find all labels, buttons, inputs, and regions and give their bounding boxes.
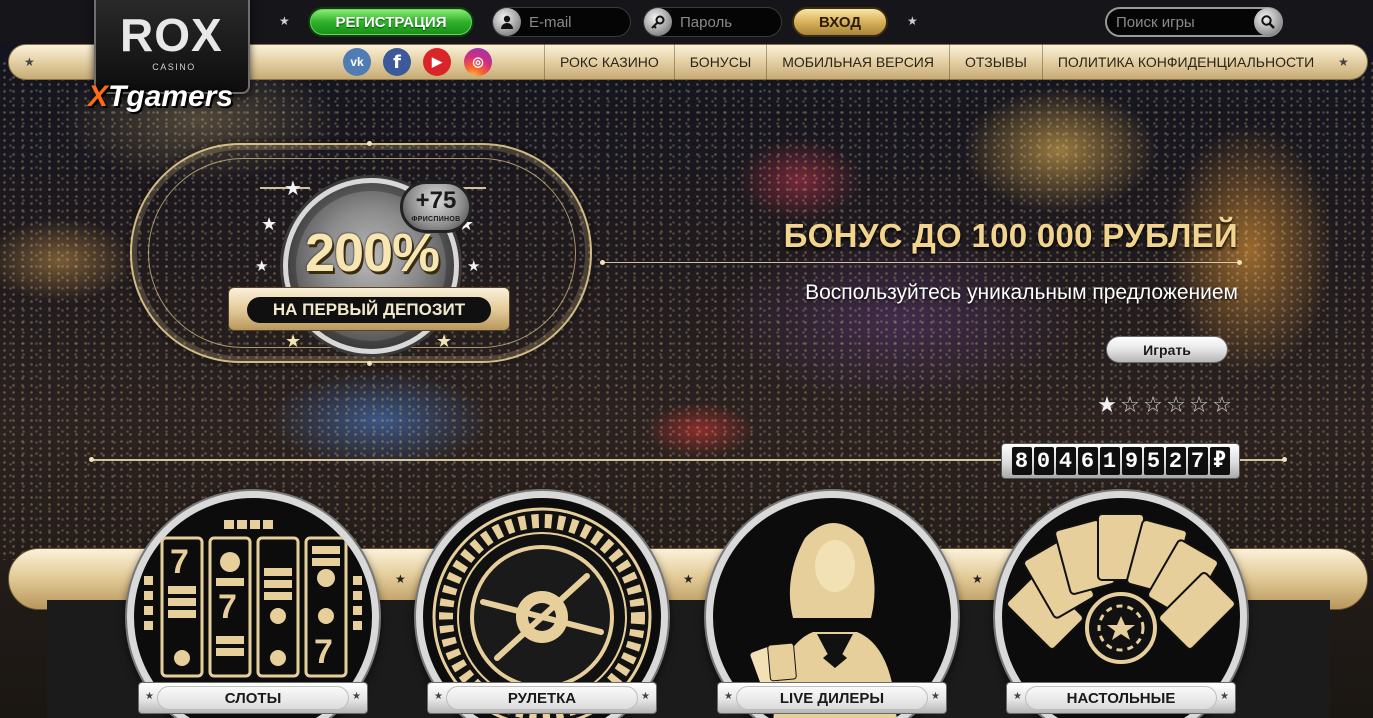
divider-star-icon: ★ — [1338, 55, 1349, 69]
password-field[interactable] — [643, 7, 782, 37]
star-empty-icon[interactable]: ☆ — [1211, 393, 1233, 419]
star-empty-icon[interactable]: ☆ — [1142, 393, 1164, 419]
jackpot-digit: 4 — [1055, 447, 1076, 475]
nav-privacy[interactable]: ПОЛИТИКА КОНФИДЕНЦИАЛЬНОСТИ — [1041, 44, 1329, 80]
key-icon — [644, 8, 672, 36]
line-end-dot — [367, 141, 372, 146]
logo-subtitle: CASINO — [152, 62, 196, 72]
register-button[interactable]: РЕГИСТРАЦИЯ — [308, 7, 474, 37]
bonus-title: БОНУС ДО 100 000 РУБЛЕЙ — [783, 217, 1238, 254]
main-nav: РОКС КАЗИНО БОНУСЫ МОБИЛЬНАЯ ВЕРСИЯ ОТЗЫ… — [544, 44, 1329, 80]
jackpot-digit: 0 — [1033, 447, 1054, 475]
game-search[interactable] — [1105, 7, 1283, 37]
youtube-icon[interactable]: ▶ — [423, 48, 451, 76]
deposit-banner: НА ПЕРВЫЙ ДЕПОЗИТ — [228, 287, 510, 331]
svg-text:7: 7 — [314, 633, 333, 671]
password-input[interactable] — [680, 13, 780, 31]
category-table-games-label[interactable]: ★ НАСТОЛЬНЫЕ ★ — [1006, 682, 1236, 714]
star-icon: ★ — [931, 691, 940, 702]
jackpot-digit: 1 — [1099, 447, 1120, 475]
bonus-subtitle: Воспользуйтесь уникальным предложением — [805, 281, 1238, 304]
star-icon: ★ — [285, 331, 302, 352]
jackpot-line — [1240, 459, 1286, 461]
jackpot-digit: 8 — [1011, 447, 1032, 475]
category-live-dealers-label[interactable]: ★ LIVE ДИЛЕРЫ ★ — [717, 682, 947, 714]
search-icon[interactable] — [1254, 8, 1282, 36]
nav-rox-casino[interactable]: РОКС КАЗИНО — [544, 44, 674, 80]
partner-logo-x: X — [88, 80, 109, 113]
line-end-dot — [367, 361, 372, 366]
jackpot-currency: ₽ — [1209, 447, 1230, 475]
star-icon: ★ — [434, 691, 443, 702]
divider-star-icon: ★ — [972, 572, 983, 586]
category-label-text: НАСТОЛЬНЫЕ — [1025, 686, 1217, 710]
vk-icon[interactable]: vk — [343, 48, 371, 76]
jackpot-digit: 2 — [1165, 447, 1186, 475]
star-icon: ★ — [467, 257, 481, 275]
category-slots-label[interactable]: ★ СЛОТЫ ★ — [138, 682, 368, 714]
category-roulette-label[interactable]: ★ РУЛЕТКА ★ — [427, 682, 657, 714]
jackpot-counter: 8 0 4 6 1 9 5 2 7 ₽ — [1001, 443, 1240, 479]
login-button[interactable]: ВХОД — [792, 7, 888, 37]
star-icon: ★ — [1220, 691, 1229, 702]
instagram-icon[interactable]: ◎ — [464, 48, 492, 76]
star-icon: ★ — [436, 331, 453, 352]
user-icon — [493, 8, 521, 36]
logo-text: ROX — [120, 9, 223, 61]
jackpot-digit: 5 — [1143, 447, 1164, 475]
line-end-dot — [89, 457, 94, 462]
star-icon: ★ — [1013, 691, 1022, 702]
jackpot-line — [91, 459, 1001, 461]
divider-star-icon: ★ — [279, 14, 290, 28]
free-spins-label: ФРИСПИНОВ — [411, 216, 461, 223]
star-icon: ★ — [145, 691, 154, 702]
title-underline — [600, 262, 1240, 263]
deposit-label: НА ПЕРВЫЙ ДЕПОЗИТ — [247, 297, 491, 323]
search-input[interactable] — [1116, 13, 1246, 31]
svg-text:7: 7 — [170, 543, 189, 581]
star-icon: ★ — [261, 214, 278, 235]
email-input[interactable] — [529, 13, 629, 31]
line-end-dot — [1282, 457, 1287, 462]
star-empty-icon[interactable]: ☆ — [1119, 393, 1141, 419]
star-filled-icon[interactable]: ★ — [1096, 393, 1118, 419]
line-end-dot — [1237, 260, 1242, 265]
facebook-icon[interactable]: f — [383, 48, 411, 76]
category-label-text: LIVE ДИЛЕРЫ — [736, 686, 928, 710]
jackpot-digit: 6 — [1077, 447, 1098, 475]
star-icon: ★ — [724, 691, 733, 702]
star-icon: ★ — [284, 176, 302, 200]
star-icon: ★ — [255, 257, 269, 275]
star-empty-icon[interactable]: ☆ — [1188, 393, 1210, 419]
svg-text:7: 7 — [218, 588, 237, 626]
category-label-text: РУЛЕТКА — [446, 686, 638, 710]
slider-rating[interactable]: ★ ☆ ☆ ☆ ☆ ☆ — [1096, 393, 1233, 419]
line-end-dot — [600, 260, 605, 265]
nav-mobile[interactable]: МОБИЛЬНАЯ ВЕРСИЯ — [766, 44, 949, 80]
jackpot-digit: 7 — [1187, 447, 1208, 475]
star-icon: ★ — [352, 691, 361, 702]
star-icon: ★ — [641, 691, 650, 702]
free-spins-badge: +75 ФРИСПИНОВ — [400, 181, 472, 233]
divider-star-icon: ★ — [907, 14, 918, 28]
free-spins-value: +75 — [415, 187, 457, 214]
nav-bonuses[interactable]: БОНУСЫ — [673, 44, 766, 80]
nav-reviews[interactable]: ОТЗЫВЫ — [948, 44, 1042, 80]
partner-logo-rest: Tgamers — [108, 80, 234, 113]
divider-star-icon: ★ — [24, 55, 35, 69]
divider-star-icon: ★ — [683, 572, 694, 586]
divider-star-icon: ★ — [395, 572, 406, 586]
jackpot-digit: 9 — [1121, 447, 1142, 475]
category-label-text: СЛОТЫ — [157, 686, 349, 710]
star-empty-icon[interactable]: ☆ — [1165, 393, 1187, 419]
play-button[interactable]: Играть — [1106, 336, 1228, 363]
partner-logo: XTgamers — [88, 80, 233, 114]
page: ★ ★ РЕГИСТРАЦИЯ ВХОД ★ ★ vk f ▶ ◎ РОКС К… — [0, 0, 1373, 718]
email-field[interactable] — [492, 7, 631, 37]
